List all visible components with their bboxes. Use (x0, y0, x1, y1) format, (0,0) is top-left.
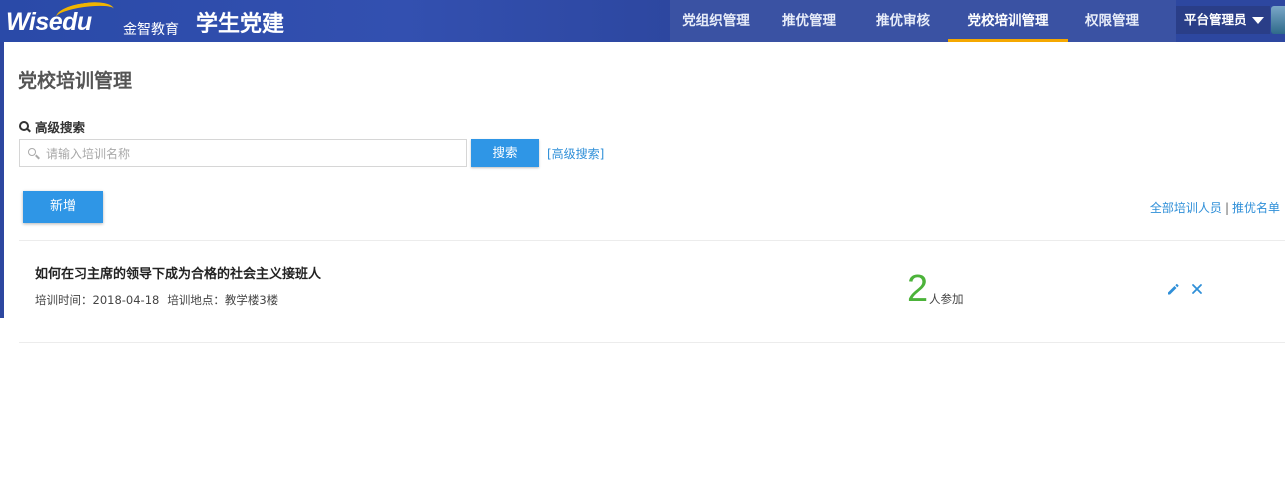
search-icon (28, 148, 39, 159)
advanced-search-link[interactable]: [高级搜索] (547, 145, 604, 162)
nav-party-organization[interactable]: 党组织管理 (672, 0, 760, 42)
training-place: 教学楼3楼 (224, 293, 279, 307)
search-button[interactable]: 搜索 (471, 139, 539, 167)
participant-count-label: 人参加 (929, 292, 964, 306)
avatar[interactable] (1271, 6, 1285, 34)
link-separator: | (1224, 201, 1229, 215)
all-trainees-link[interactable]: 全部培训人员 (1150, 201, 1222, 215)
app-title: 学生党建 (196, 12, 285, 37)
nav-recommend-management[interactable]: 推优管理 (760, 0, 858, 42)
caret-down-icon (1252, 17, 1264, 24)
top-right-links: 全部培训人员 | 推优名单 (1150, 199, 1280, 216)
training-place-label: 培训地点： (167, 293, 225, 307)
delete-icon[interactable] (1190, 282, 1204, 296)
advanced-search-heading-text: 高级搜索 (35, 120, 86, 135)
training-time: 2018-04-18 (92, 293, 160, 307)
page-title: 党校培训管理 (18, 70, 133, 92)
left-accent-bar (0, 42, 4, 318)
main-nav: 党组织管理 推优管理 推优审核 党校培训管理 权限管理 (670, 0, 1176, 42)
recommend-list-link[interactable]: 推优名单 (1232, 201, 1280, 215)
training-card: 如何在习主席的领导下成为合格的社会主义接班人 培训时间：2018-04-18 培训… (19, 240, 1285, 343)
user-role-label: 平台管理员 (1184, 12, 1247, 27)
logo-wordmark: Wisedu (6, 8, 92, 36)
search-input[interactable] (44, 140, 458, 168)
advanced-search-heading: 高级搜索 (19, 117, 85, 136)
top-header: Wisedu 金智教育 学生党建 党组织管理 推优管理 推优审核 党校培训管理 … (0, 0, 1285, 42)
training-title[interactable]: 如何在习主席的领导下成为合格的社会主义接班人 (35, 263, 321, 282)
search-field[interactable] (19, 139, 467, 168)
brand-logo[interactable]: Wisedu 金智教育 学生党建 (0, 0, 670, 42)
user-menu[interactable]: 平台管理员 (1176, 6, 1270, 34)
edit-icon[interactable] (1166, 282, 1180, 296)
training-time-label: 培训时间： (35, 293, 93, 307)
participant-count: 2 (907, 268, 929, 310)
add-button[interactable]: 新增 (23, 191, 103, 223)
search-icon (19, 121, 30, 132)
nav-party-school-training[interactable]: 党校培训管理 (948, 0, 1068, 42)
nav-recommend-review[interactable]: 推优审核 (858, 0, 948, 42)
training-meta: 培训时间：2018-04-18 培训地点：教学楼3楼 (35, 292, 278, 308)
logo-company-name: 金智教育 (123, 22, 179, 38)
nav-permission-management[interactable]: 权限管理 (1068, 0, 1156, 42)
